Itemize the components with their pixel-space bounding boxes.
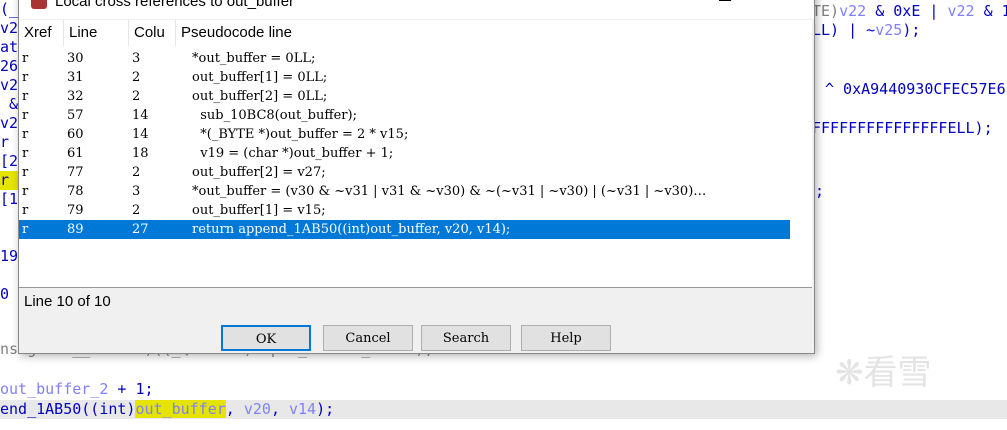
close-button[interactable]: ✕ [777, 0, 792, 6]
xref-row[interactable]: r 30 3 *out_buffer = 0LL; [19, 49, 790, 68]
code-token: TE) [812, 2, 840, 20]
cell-line: 30 [67, 51, 84, 66]
ok-button[interactable]: OK [221, 325, 311, 351]
cell-line: 60 [67, 127, 84, 142]
watermark-logo: ❋看雪 [835, 353, 932, 393]
xref-row[interactable]: r 89 27 return append_1AB50((int)out_buffer… [19, 220, 790, 239]
cell-xref: r [22, 203, 29, 218]
cell-code: *out_buffer = (v30 & ~v31 | v31 & ~v30) … [192, 184, 707, 199]
xref-row[interactable]: r 57 14 sub_10BC8(out_buffer); [19, 106, 790, 125]
code-line: TE)v22 & 0xE | v22 & 1 [812, 2, 1007, 21]
cell-xref: r [22, 127, 29, 142]
code-token: ); [902, 21, 921, 39]
status-text: Line 10 of 10 [24, 293, 111, 310]
code-token-highlighted: out_buffer [135, 400, 226, 418]
cell-code: out_buffer[1] = v15; [192, 203, 326, 218]
code-token: + 1; [108, 380, 154, 398]
cell-col: 27 [132, 222, 149, 237]
cell-line: 77 [67, 165, 84, 180]
cell-code: out_buffer[1] = 0LL; [192, 70, 328, 85]
cell-line: 31 [67, 70, 84, 85]
cell-code: *(_BYTE *)out_buffer = 2 * v15; [192, 127, 409, 142]
cell-xref: r [22, 70, 29, 85]
cell-col: 18 [132, 146, 149, 161]
column-header-pseudocode[interactable]: Pseudocode line [176, 20, 812, 46]
cell-xref: r [22, 108, 29, 123]
title-bar[interactable]: Local cross references to out_buffer ✕ [19, 0, 814, 19]
code-token: v22 [839, 2, 867, 20]
cell-xref: r [22, 51, 29, 66]
cell-line: 89 [67, 222, 84, 237]
cell-line: 57 [67, 108, 84, 123]
code-line-current: end_1AB50((int)out_buffer, v20, v14); [0, 400, 1007, 419]
code-token: v25 [875, 21, 903, 39]
code-line: FFFFFFFFFFFFFFFELL); [812, 119, 993, 137]
cell-xref: r [22, 89, 29, 104]
cancel-button[interactable]: Cancel [323, 325, 413, 351]
cell-xref: r [22, 184, 29, 199]
cell-col: 2 [132, 203, 141, 218]
cell-col: 2 [132, 165, 141, 180]
xref-row[interactable]: r 61 18 v19 = (char *)out_buffer + 1; [19, 144, 790, 163]
help-button[interactable]: Help [521, 325, 611, 351]
watermark-text: 看雪 [863, 353, 932, 393]
code-token: , [270, 400, 289, 418]
code-token: end_1AB50((int) [0, 400, 136, 418]
cell-xref: r [22, 222, 29, 237]
cell-col: 14 [132, 108, 149, 123]
code-line: out_buffer_2 + 1; [0, 380, 154, 399]
code-token: & 0xE | [866, 2, 948, 20]
xref-dialog: Local cross references to out_buffer ✕ X… [18, 0, 815, 354]
cell-line: 79 [67, 203, 84, 218]
cell-col: 2 [132, 70, 141, 85]
cell-line: 32 [67, 89, 84, 104]
xref-row[interactable]: r 79 2 out_buffer[1] = v15; [19, 201, 790, 220]
code-token: , [225, 400, 244, 418]
code-token: v14 [289, 400, 317, 418]
code-token: LL) | ~ [812, 21, 876, 39]
maximize-button[interactable] [719, 0, 731, 1]
list-header: Xref Line Colu Pseudocode line [19, 20, 812, 46]
cell-line: 78 [67, 184, 84, 199]
cell-col: 3 [132, 51, 141, 66]
search-button[interactable]: Search [421, 325, 511, 351]
cell-code: out_buffer[2] = 0LL; [192, 89, 328, 104]
cell-col: 3 [132, 184, 141, 199]
cell-line: 61 [67, 146, 84, 161]
cell-code: *out_buffer = 0LL; [192, 51, 316, 66]
code-line: LL) | ~v25); [812, 21, 920, 40]
xref-row[interactable]: r 78 3 *out_buffer = (v30 & ~v31 | v31 & ~v… [19, 182, 790, 201]
xref-row[interactable]: r 77 2 out_buffer[2] = v27; [19, 163, 790, 182]
cell-xref: r [22, 146, 29, 161]
cell-col: 14 [132, 127, 149, 142]
cell-code: out_buffer[2] = v27; [192, 165, 326, 180]
cell-code: sub_10BC8(out_buffer); [192, 108, 357, 123]
column-header-xref[interactable]: Xref [19, 20, 64, 46]
code-line: ; [815, 182, 825, 200]
code-token: out_buffer_2 [0, 380, 109, 398]
app-icon [31, 0, 47, 9]
xref-row[interactable]: r 60 14 *(_BYTE *)out_buffer = 2 * v15; [19, 125, 790, 144]
code-token: v20 [243, 400, 271, 418]
code-token: ); [316, 400, 335, 418]
xref-list[interactable]: Xref Line Colu Pseudocode line r 30 3 *out_… [19, 20, 812, 288]
cell-xref: r [22, 165, 29, 180]
column-header-column[interactable]: Colu [129, 20, 176, 46]
column-header-line[interactable]: Line [64, 20, 129, 46]
dialog-title: Local cross references to out_buffer [55, 0, 295, 10]
code-token: v22 [947, 2, 975, 20]
code-line: ^ 0xA9440930CFEC57E6 [825, 80, 1006, 98]
code-token: & 1 [983, 2, 1007, 20]
cell-col: 2 [132, 89, 141, 104]
cell-code: v19 = (char *)out_buffer + 1; [192, 146, 394, 161]
xref-row[interactable]: r 31 2 out_buffer[1] = 0LL; [19, 68, 790, 87]
xref-row[interactable]: r 32 2 out_buffer[2] = 0LL; [19, 87, 790, 106]
cell-code: return append_1AB50((int)out_buffer, v20… [192, 222, 511, 237]
